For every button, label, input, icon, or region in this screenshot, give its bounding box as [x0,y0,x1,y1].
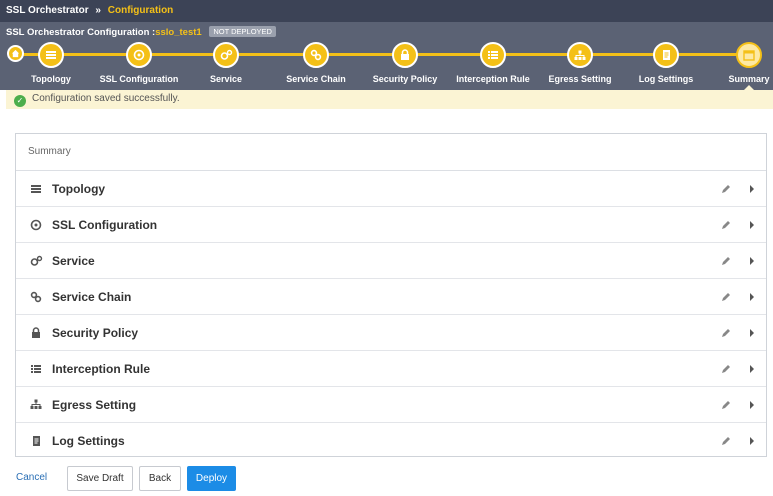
breadcrumb-current: Configuration [107,5,174,16]
pencil-icon[interactable] [720,327,732,339]
summary-row-egress-setting[interactable]: Egress Setting [16,387,766,423]
back-button[interactable]: Back [139,466,181,491]
chevron-right-icon[interactable] [750,185,754,193]
chevron-right-icon[interactable] [750,293,754,301]
step-label: Service Chain [286,74,346,84]
log-icon [653,42,679,68]
cancel-link[interactable]: Cancel [16,472,47,483]
breadcrumb-separator: » [95,5,101,16]
summary-row-topology[interactable]: Topology [16,171,766,207]
service-chain-icon [303,42,329,68]
success-message-text: Configuration saved successfully. [32,93,180,104]
summary-row-label: Topology [52,181,106,196]
summary-icon [736,42,762,68]
summary-row-label: Service [52,253,95,268]
step-summary[interactable]: Summary [699,42,773,84]
service-icon [28,254,44,268]
status-badge: NOT DEPLOYED [209,26,276,37]
pencil-icon[interactable] [720,399,732,411]
pencil-icon[interactable] [720,435,732,447]
chevron-right-icon[interactable] [750,221,754,229]
breadcrumb: SSL Orchestrator » Configuration [0,0,773,22]
pencil-icon[interactable] [720,291,732,303]
summary-row-label: SSL Configuration [52,217,158,232]
success-message: ✓ Configuration saved successfully. [6,90,773,109]
summary-panel: Summary Topology SSL Configuration Servi… [15,133,767,457]
pencil-icon[interactable] [720,219,732,231]
step-label: Security Policy [372,74,438,84]
egress-icon [567,42,593,68]
summary-row-security-policy[interactable]: Security Policy [16,315,766,351]
summary-row-label: Service Chain [52,289,132,304]
step-label: SSL Configuration [99,74,179,84]
step-label: Egress Setting [548,74,612,84]
step-topology[interactable]: Topology [1,42,101,84]
chevron-right-icon[interactable] [750,401,754,409]
step-label: Service [209,74,243,84]
chevron-right-icon[interactable] [750,365,754,373]
list-icon [480,42,506,68]
topology-icon [38,42,64,68]
step-ssl-configuration[interactable]: SSL Configuration [89,42,189,84]
summary-row-log-settings[interactable]: Log Settings [16,423,766,459]
lock-icon [28,326,44,340]
step-label: Topology [31,74,71,84]
step-service[interactable]: Service [176,42,276,84]
ssl-config-icon [28,218,44,232]
pencil-icon[interactable] [720,183,732,195]
step-service-chain[interactable]: Service Chain [266,42,366,84]
summary-row-service[interactable]: Service [16,243,766,279]
service-chain-icon [28,290,44,304]
chevron-right-icon[interactable] [750,257,754,265]
config-name: sslo_test1 [155,27,202,38]
breadcrumb-root[interactable]: SSL Orchestrator [6,5,89,16]
summary-row-label: Interception Rule [52,361,151,376]
summary-heading: Summary [16,134,766,171]
config-title: SSL Orchestrator Configuration :sslo_tes… [6,26,276,38]
footer-actions: Cancel Save Draft Back Deploy [0,466,773,492]
egress-icon [28,398,44,412]
summary-row-label: Security Policy [52,325,139,340]
step-label: Interception Rule [456,74,530,84]
check-circle-icon: ✓ [14,95,26,107]
chevron-right-icon[interactable] [750,437,754,445]
chevron-right-icon[interactable] [750,329,754,337]
list-icon [28,362,44,376]
summary-row-label: Log Settings [52,434,125,448]
config-title-prefix: SSL Orchestrator Configuration : [6,27,156,38]
step-egress-setting[interactable]: Egress Setting [530,42,630,84]
lock-icon [392,42,418,68]
summary-row-label: Egress Setting [52,397,137,412]
save-draft-button[interactable]: Save Draft [67,466,133,491]
deploy-button[interactable]: Deploy [187,466,236,491]
summary-row-service-chain[interactable]: Service Chain [16,279,766,315]
log-icon [28,434,44,448]
pencil-icon[interactable] [720,363,732,375]
pencil-icon[interactable] [720,255,732,267]
step-label: Summary [728,74,770,84]
topology-icon [28,182,44,196]
service-icon [213,42,239,68]
wizard-header: SSL Orchestrator Configuration :sslo_tes… [0,22,773,90]
summary-row-interception-rule[interactable]: Interception Rule [16,351,766,387]
step-interception-rule[interactable]: Interception Rule [443,42,543,84]
summary-row-ssl-configuration[interactable]: SSL Configuration [16,207,766,243]
step-security-policy[interactable]: Security Policy [355,42,455,84]
ssl-config-icon [126,42,152,68]
